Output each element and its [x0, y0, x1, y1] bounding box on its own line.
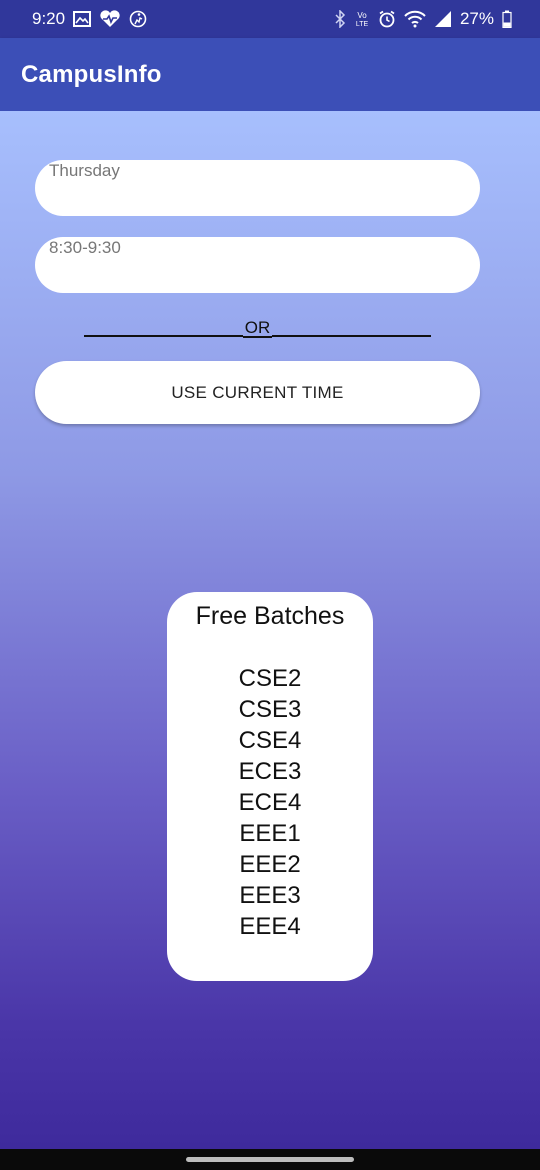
battery-percent: 27% — [459, 9, 494, 28]
batch-item: CSE3 — [238, 696, 302, 723]
status-time: 9:20 — [32, 9, 66, 28]
batch-item: EEE4 — [239, 913, 301, 940]
batch-item: CSE2 — [238, 665, 302, 692]
time-slot-input[interactable]: 8:30-9:30 — [35, 237, 480, 293]
divider-line-right — [272, 335, 431, 337]
day-input[interactable]: Thursday — [35, 160, 480, 216]
or-label: OR — [242, 318, 273, 338]
status-right: Vo LTE 27% — [334, 9, 512, 29]
signal-icon — [434, 10, 452, 28]
svg-text:LTE: LTE — [356, 21, 369, 28]
activity-icon — [129, 10, 147, 28]
batch-item: EEE3 — [239, 882, 301, 909]
divider-line-left — [84, 335, 243, 337]
use-current-time-button[interactable]: USE CURRENT TIME — [35, 361, 480, 424]
status-left: 9:20 — [32, 9, 147, 29]
bluetooth-icon — [334, 10, 346, 28]
app-bar: CampusInfo — [0, 38, 540, 111]
battery-icon — [502, 10, 512, 28]
free-batches-title: Free Batches — [195, 602, 345, 630]
batch-item: EEE2 — [239, 851, 301, 878]
batch-item: ECE4 — [238, 789, 302, 816]
or-divider: OR — [84, 318, 431, 338]
batch-item: EEE1 — [239, 820, 301, 847]
batch-item: ECE3 — [238, 758, 302, 785]
gallery-icon — [73, 11, 92, 27]
batch-item: CSE4 — [238, 727, 302, 754]
health-heart-icon — [99, 10, 121, 28]
volte-icon: Vo LTE — [354, 10, 370, 28]
alarm-icon — [378, 10, 396, 28]
home-gesture-handle[interactable] — [186, 1157, 354, 1162]
status-bar: 9:20 Vo LTE 27% — [0, 0, 540, 38]
svg-text:Vo: Vo — [357, 11, 367, 20]
batch-list: CSE2 CSE3 CSE4 ECE3 ECE4 EEE1 EEE2 EEE3 … — [167, 663, 373, 942]
main-content: Thursday 8:30-9:30 OR USE CURRENT TIME F… — [0, 111, 540, 1149]
app-title: CampusInfo — [21, 60, 162, 88]
navigation-bar — [0, 1149, 540, 1170]
wifi-icon — [404, 10, 426, 28]
free-batches-card: Free Batches CSE2 CSE3 CSE4 ECE3 ECE4 EE… — [167, 592, 373, 981]
